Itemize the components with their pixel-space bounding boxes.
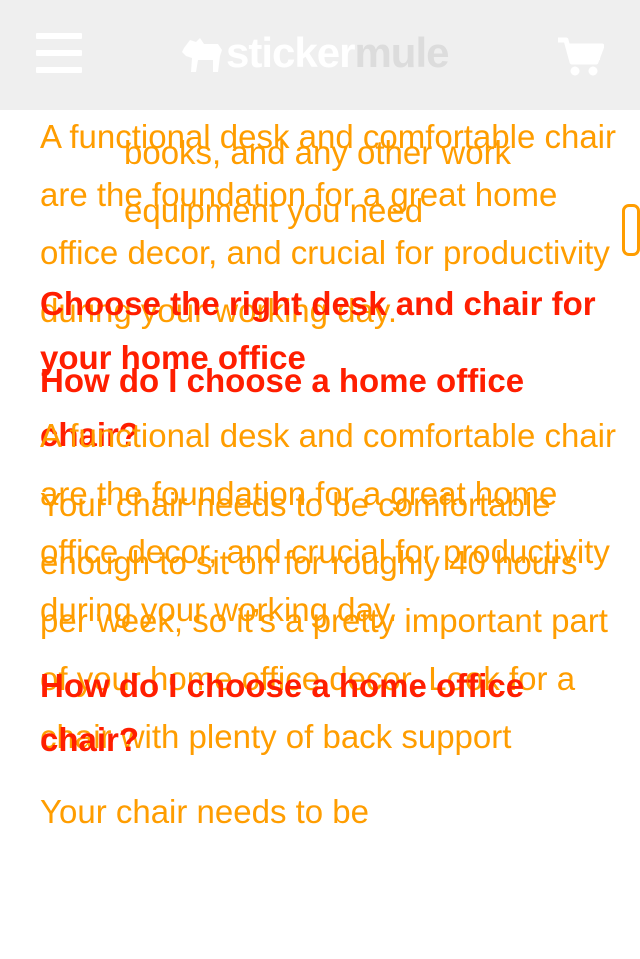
page-viewport: stickermule books, and any other work eq… [0,0,640,959]
section-heading-chair-duplicate: How do I choose a home office chair? [40,667,525,758]
sticker-mule-logo[interactable]: stickermule [178,28,468,78]
hamburger-menu-icon[interactable] [36,33,82,73]
section-heading-desk-chair: Choose the right desk and chair for your… [40,285,596,376]
scrollbar-thumb[interactable] [622,204,640,256]
content-layer-b: Choose the right desk and chair for your… [40,277,620,841]
shopping-cart-icon[interactable] [556,34,604,78]
logo-text: stickermule [226,29,449,76]
site-header: stickermule [0,0,640,110]
logo-text-mule: mule [354,29,449,76]
logo-text-sticker: sticker [226,29,355,76]
desk-paragraph: A functional desk and comfortable chair … [40,417,617,628]
chair-paragraph-duplicate: Your chair needs to be [40,793,370,830]
mule-silhouette-icon [182,38,222,72]
